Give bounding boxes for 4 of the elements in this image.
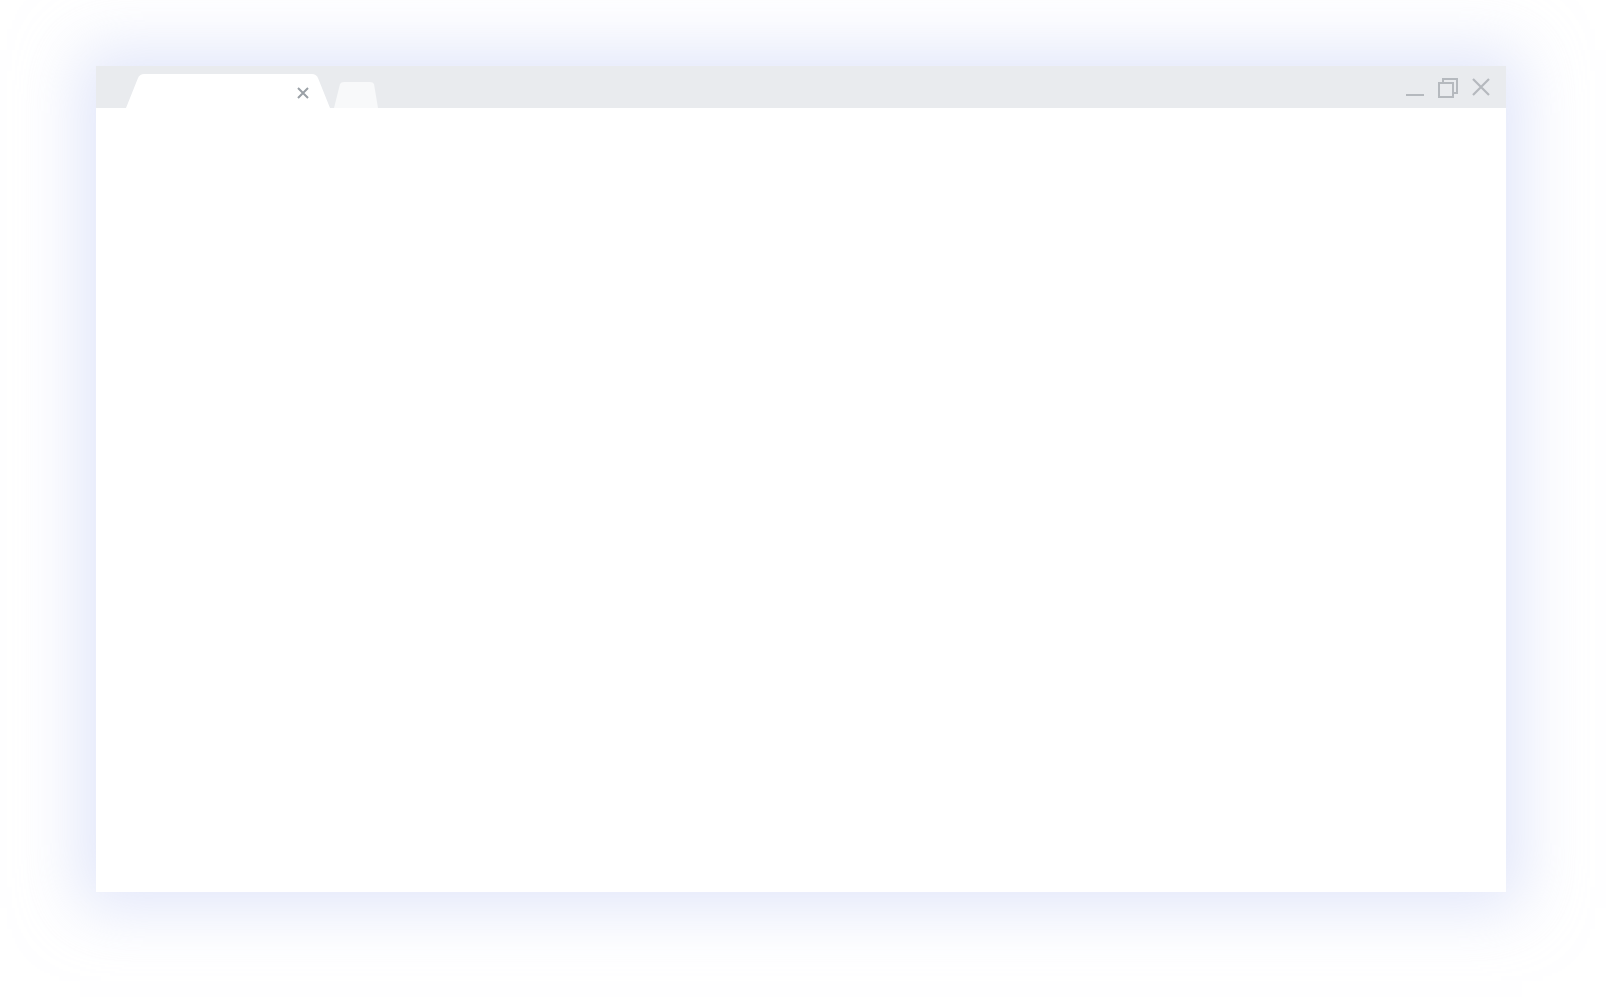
close-icon[interactable] [1472, 78, 1490, 96]
tab-close-icon[interactable] [297, 87, 309, 99]
restore-icon[interactable] [1438, 77, 1458, 97]
browser-tab[interactable] [126, 74, 330, 108]
